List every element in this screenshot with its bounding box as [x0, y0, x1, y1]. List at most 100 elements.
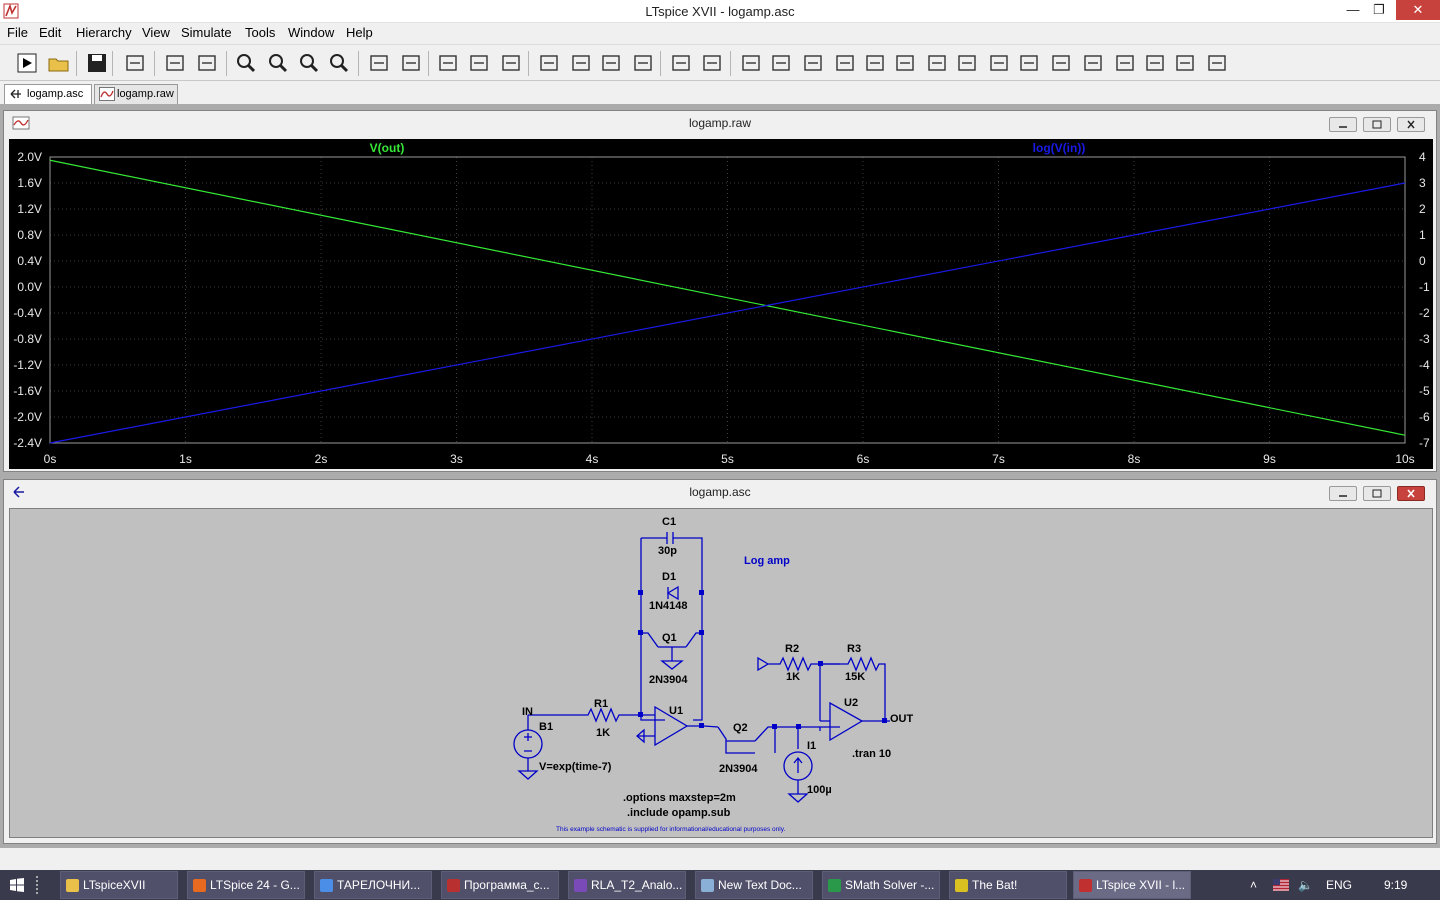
zoom-in-tool-icon[interactable] — [233, 51, 259, 75]
y-right-tick-label: 4 — [1419, 150, 1426, 164]
control-panel-tool-icon[interactable] — [122, 51, 148, 75]
zoom-out-tool-icon[interactable] — [296, 51, 322, 75]
copy-tool-icon[interactable] — [568, 51, 594, 75]
x-tick-label: 10s — [1395, 452, 1414, 466]
toolbar-separator — [226, 51, 227, 76]
waveform-close-button[interactable] — [1397, 117, 1425, 132]
inductor-tool-icon[interactable] — [892, 51, 918, 75]
component-tool-icon[interactable] — [954, 51, 980, 75]
taskbar-item[interactable]: New Text Doc... — [695, 871, 813, 899]
include-directive: .include opamp.sub — [627, 807, 731, 819]
undo-tool-icon[interactable] — [1048, 51, 1074, 75]
in-net-label: IN — [522, 706, 533, 718]
start-windows-icon[interactable] — [10, 878, 24, 892]
y-left-tick-label: -0.8V — [13, 332, 42, 346]
clock[interactable]: 9:19 — [1384, 870, 1407, 900]
y-left-tick-label: -2.0V — [13, 410, 42, 424]
flag-icon[interactable] — [1273, 879, 1289, 891]
taskbar-item[interactable]: LTSpice 24 - G... — [187, 871, 305, 899]
spice-directive-tool-icon[interactable] — [1204, 51, 1230, 75]
taskbar-item[interactable]: RLA_T2_Analo... — [568, 871, 686, 899]
plot-settings-tool-icon[interactable] — [398, 51, 424, 75]
tile-vertical-tool-icon[interactable] — [466, 51, 492, 75]
menu-help[interactable]: Help — [346, 25, 373, 40]
paste-tool-icon[interactable] — [598, 51, 624, 75]
y-left-tick-label: 0.8V — [17, 228, 42, 242]
save-tool-icon[interactable] — [84, 51, 110, 75]
schematic-close-button[interactable] — [1397, 486, 1425, 501]
x-tick-label: 1s — [179, 452, 192, 466]
toolbar — [0, 44, 1440, 81]
y-right-tick-label: -4 — [1419, 358, 1430, 372]
r3-label: R3 — [847, 643, 861, 655]
y-right-tick-label: -6 — [1419, 410, 1430, 424]
taskbar-item[interactable]: SMath Solver -... — [822, 871, 940, 899]
zoom-fit-tool-icon[interactable] — [265, 51, 291, 75]
menu-window[interactable]: Window — [288, 25, 334, 40]
open-tool-icon[interactable] — [46, 51, 72, 75]
redo-tool-icon[interactable] — [1080, 51, 1106, 75]
run-tool-icon[interactable] — [14, 51, 40, 75]
taskbar-item[interactable]: Программа_с... — [441, 871, 559, 899]
taskbar-item[interactable]: LTspice XVII - l... — [1073, 871, 1191, 899]
waveform-restore-button[interactable] — [1363, 117, 1391, 132]
taskbar-item[interactable]: LTspiceXVII — [60, 871, 178, 899]
taskbar-item[interactable]: The Bat! — [949, 871, 1067, 899]
autorange-tool-icon[interactable] — [366, 51, 392, 75]
close-button[interactable]: ✕ — [1396, 0, 1440, 20]
menu-simulate[interactable]: Simulate — [181, 25, 232, 40]
schematic-restore-button[interactable] — [1363, 486, 1391, 501]
legend-label-1[interactable]: log(V(in)) — [1033, 141, 1086, 155]
waveform-chart[interactable]: 0s 1s 2s 3s 4s 5s 6s 7s 8s 9s 10s 2.0V 1.6V 1.2V 0.8V 0… — [9, 139, 1433, 469]
tray-overflow-icon[interactable]: ˄ — [1250, 870, 1257, 900]
rotate-tool-icon[interactable] — [1112, 51, 1138, 75]
zoom-cancel-tool-icon[interactable] — [326, 51, 352, 75]
diode-tool-icon[interactable] — [924, 51, 950, 75]
q2-value: 2N3904 — [719, 763, 758, 775]
menu-hierarchy[interactable]: Hierarchy — [76, 25, 132, 40]
resistor-tool-icon[interactable] — [832, 51, 858, 75]
schematic-minimize-button[interactable] — [1329, 486, 1357, 501]
menu-view[interactable]: View — [142, 25, 170, 40]
taskbar-item-label: LTspiceXVII — [83, 878, 146, 892]
tab-label: logamp.raw — [117, 88, 174, 100]
maximize-button[interactable]: ❐ — [1364, 0, 1394, 20]
menu-edit[interactable]: Edit — [39, 25, 61, 40]
label-net-tool-icon[interactable] — [800, 51, 826, 75]
volume-icon[interactable]: 🔈 — [1298, 870, 1313, 900]
move-tool-icon[interactable] — [986, 51, 1012, 75]
draw-wire-tool-icon[interactable] — [738, 51, 764, 75]
tab-logamp-raw[interactable]: logamp.raw — [94, 84, 178, 104]
print-tool-icon[interactable] — [668, 51, 694, 75]
waveform-icon — [99, 87, 115, 101]
pan-tool-icon[interactable] — [194, 51, 220, 75]
drag-tool-icon[interactable] — [1016, 51, 1042, 75]
waveform-minimize-button[interactable] — [1329, 117, 1357, 132]
menu-tools[interactable]: Tools — [245, 25, 275, 40]
x-tick-label: 3s — [450, 452, 463, 466]
r2-label: R2 — [785, 643, 799, 655]
print-preview-tool-icon[interactable] — [699, 51, 725, 75]
find-tool-icon[interactable] — [630, 51, 656, 75]
tab-logamp-asc[interactable]: logamp.asc — [4, 84, 92, 105]
plot-pane[interactable]: 0s 1s 2s 3s 4s 5s 6s 7s 8s 9s 10s 2.0V 1.6V 1.2V 0.8V 0… — [9, 139, 1433, 469]
language-indicator[interactable]: ENG — [1326, 870, 1352, 900]
schematic-drawing[interactable]: C1 30p D1 1N4148 Q1 2N3904 IN B1 V=exp(t… — [10, 509, 1432, 837]
task-view-icon[interactable] — [36, 876, 48, 894]
tile-horizontal-tool-icon[interactable] — [435, 51, 461, 75]
ground-tool-icon[interactable] — [768, 51, 794, 75]
cascade-tool-icon[interactable] — [498, 51, 524, 75]
legend-label-0[interactable]: V(out) — [370, 141, 405, 155]
x-tick-label: 2s — [315, 452, 328, 466]
menu-file[interactable]: File — [7, 25, 28, 40]
taskbar-item[interactable]: ТАРЕЛОЧНИ... — [314, 871, 432, 899]
taskbar-item-label: Программа_с... — [464, 878, 550, 892]
mirror-tool-icon[interactable] — [1142, 51, 1168, 75]
waveform-window-title: logamp.raw — [688, 116, 752, 130]
schematic-canvas[interactable]: C1 30p D1 1N4148 Q1 2N3904 IN B1 V=exp(t… — [9, 508, 1433, 838]
cut-tool-icon[interactable] — [536, 51, 562, 75]
text-tool-icon[interactable] — [1172, 51, 1198, 75]
capacitor-tool-icon[interactable] — [862, 51, 888, 75]
taskbar-item-label: The Bat! — [972, 878, 1018, 892]
halt-tool-icon[interactable] — [162, 51, 188, 75]
